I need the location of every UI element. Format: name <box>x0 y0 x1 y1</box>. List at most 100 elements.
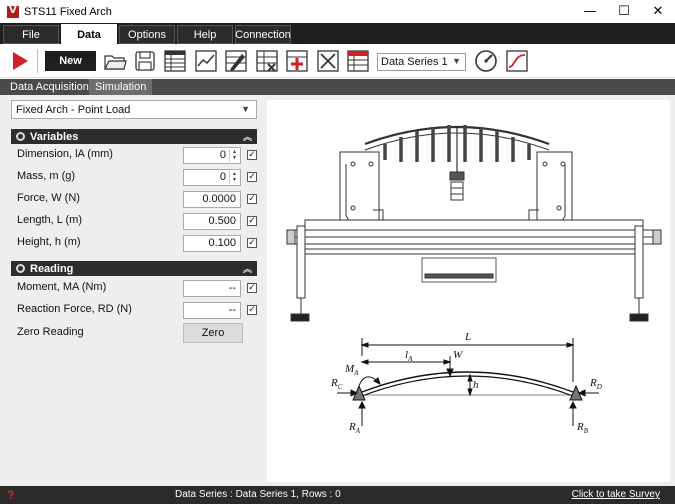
edit-table-icon[interactable] <box>224 49 248 73</box>
data-series-value: Data Series 1 <box>381 56 448 68</box>
apparatus-drawing <box>286 125 662 322</box>
toolbar: New Data Series 1 ▼ <box>0 44 675 78</box>
mode-select-value: Fixed Arch - Point Load <box>16 103 131 116</box>
status-bar: ? Data Series : Data Series 1, Rows : 0 … <box>0 486 675 504</box>
menu-help[interactable]: Help <box>177 25 233 44</box>
label-W: W <box>453 349 463 361</box>
status-text: Data Series : Data Series 1, Rows : 0 <box>175 489 341 500</box>
table-settings-icon[interactable] <box>346 49 370 73</box>
mass-row: Mass, m (g) 0 ▲ ▼ ✓ <box>11 167 257 187</box>
chevron-down-icon: ▼ <box>241 104 250 114</box>
schematic-labels: L lA W MA h RC RD RA RB <box>330 331 602 435</box>
title-bar: STS11 Fixed Arch — ☐ ✕ <box>0 0 675 23</box>
window-controls: — ☐ ✕ <box>573 0 675 23</box>
mass-value: 0 <box>219 171 226 183</box>
menu-connection[interactable]: Connection <box>235 25 291 44</box>
reading-header[interactable]: Reading ︽ <box>11 261 257 276</box>
length-input[interactable]: 0.500 <box>183 213 241 230</box>
menu-file[interactable]: File <box>3 25 59 44</box>
force-row: Force, W (N) 0.0000 ✓ <box>11 189 257 209</box>
label-L: L <box>464 331 471 343</box>
label-RC: RC <box>330 377 343 391</box>
line-graph-icon[interactable] <box>194 49 218 73</box>
reaction-force-checkbox[interactable]: ✓ <box>247 305 257 315</box>
zero-reading-label: Zero Reading <box>17 326 84 338</box>
zero-button[interactable]: Zero <box>183 323 243 343</box>
save-icon[interactable] <box>133 49 157 73</box>
tab-simulation[interactable]: Simulation <box>89 79 153 95</box>
variables-header[interactable]: Variables ︽ <box>11 129 257 144</box>
open-folder-icon[interactable] <box>103 49 127 73</box>
window-title: STS11 Fixed Arch <box>24 5 112 18</box>
label-MA: MA <box>344 363 359 377</box>
collapse-icon[interactable]: ︽ <box>243 262 252 275</box>
dimension-input[interactable]: 0 ▲ ▼ <box>183 147 241 164</box>
menu-data[interactable]: Data <box>61 24 117 45</box>
apparatus-illustration: L lA W MA h RC RD RA RB <box>286 125 662 435</box>
dimension-row: Dimension, lA (mm) 0 ▲ ▼ ✓ <box>11 145 257 165</box>
mass-checkbox[interactable]: ✓ <box>247 172 257 182</box>
reaction-force-row: Reaction Force, RD (N) -- ✓ <box>11 300 257 320</box>
close-button[interactable]: ✕ <box>641 0 675 23</box>
arch-schematic <box>337 338 599 426</box>
chevron-down-icon: ▼ <box>452 56 461 66</box>
force-label: Force, W (N) <box>17 192 80 204</box>
tab-data-acquisition[interactable]: Data Acquisition <box>4 79 95 95</box>
curve-icon[interactable] <box>505 49 529 73</box>
height-input[interactable]: 0.100 <box>183 235 241 252</box>
clear-table-icon[interactable] <box>316 49 340 73</box>
table-icon[interactable] <box>163 49 187 73</box>
toolbar-separator <box>37 49 38 73</box>
label-lA: lA <box>405 349 413 363</box>
menu-bar: File Data Options Help Connection <box>0 23 675 45</box>
help-icon[interactable]: ? <box>7 488 14 502</box>
reaction-force-value: -- <box>183 302 241 319</box>
force-input[interactable]: 0.0000 <box>183 191 241 208</box>
maximize-button[interactable]: ☐ <box>607 0 641 23</box>
force-checkbox[interactable]: ✓ <box>247 194 257 204</box>
gauge-icon[interactable] <box>474 49 498 73</box>
zero-reading-row: Zero Reading Zero <box>11 323 257 343</box>
moment-checkbox[interactable]: ✓ <box>247 283 257 293</box>
moment-row: Moment, MA (Nm) -- ✓ <box>11 278 257 298</box>
label-RD: RD <box>589 377 602 391</box>
reaction-force-label: Reaction Force, RD (N) <box>17 303 132 315</box>
mass-label: Mass, m (g) <box>17 170 76 182</box>
height-row: Height, h (m) 0.100 ✓ <box>11 233 257 253</box>
dimension-label: Dimension, lA (mm) <box>17 148 113 160</box>
new-button[interactable]: New <box>45 51 96 71</box>
variables-title: Variables <box>30 130 79 143</box>
main-area: Fixed Arch - Point Load ▼ Variables ︽ Di… <box>0 95 675 486</box>
moment-label: Moment, MA (Nm) <box>17 281 107 293</box>
left-panel: Fixed Arch - Point Load ▼ Variables ︽ Di… <box>8 100 260 480</box>
length-label: Length, L (m) <box>17 214 83 226</box>
delete-row-icon[interactable] <box>255 49 279 73</box>
dimension-checkbox[interactable]: ✓ <box>247 150 257 160</box>
collapse-icon[interactable]: ︽ <box>243 130 252 143</box>
survey-link[interactable]: Click to take Survey <box>572 489 660 500</box>
mode-select[interactable]: Fixed Arch - Point Load ▼ <box>11 100 257 119</box>
dimension-value: 0 <box>219 149 226 161</box>
add-row-icon[interactable] <box>285 49 309 73</box>
minimize-button[interactable]: — <box>573 0 607 23</box>
label-RB: RB <box>576 421 589 435</box>
data-series-select[interactable]: Data Series 1 ▼ <box>377 53 466 71</box>
gear-icon <box>16 264 25 273</box>
moment-value: -- <box>183 280 241 297</box>
label-h: h <box>473 379 479 391</box>
gear-icon <box>16 132 25 141</box>
label-RA: RA <box>348 421 361 435</box>
height-label: Height, h (m) <box>17 236 81 248</box>
length-checkbox[interactable]: ✓ <box>247 216 257 226</box>
length-row: Length, L (m) 0.500 ✓ <box>11 211 257 231</box>
mass-spinner[interactable]: ▲ ▼ <box>229 171 239 184</box>
height-checkbox[interactable]: ✓ <box>247 238 257 248</box>
dimension-spinner[interactable]: ▲ ▼ <box>229 149 239 162</box>
play-icon[interactable] <box>8 49 32 73</box>
mass-input[interactable]: 0 ▲ ▼ <box>183 169 241 186</box>
sub-tab-bar: Data Acquisition Simulation <box>0 79 675 95</box>
menu-options[interactable]: Options <box>119 25 175 44</box>
app-icon <box>7 5 19 18</box>
reading-title: Reading <box>30 262 74 275</box>
simulation-panel: L lA W MA h RC RD RA RB <box>267 100 670 482</box>
